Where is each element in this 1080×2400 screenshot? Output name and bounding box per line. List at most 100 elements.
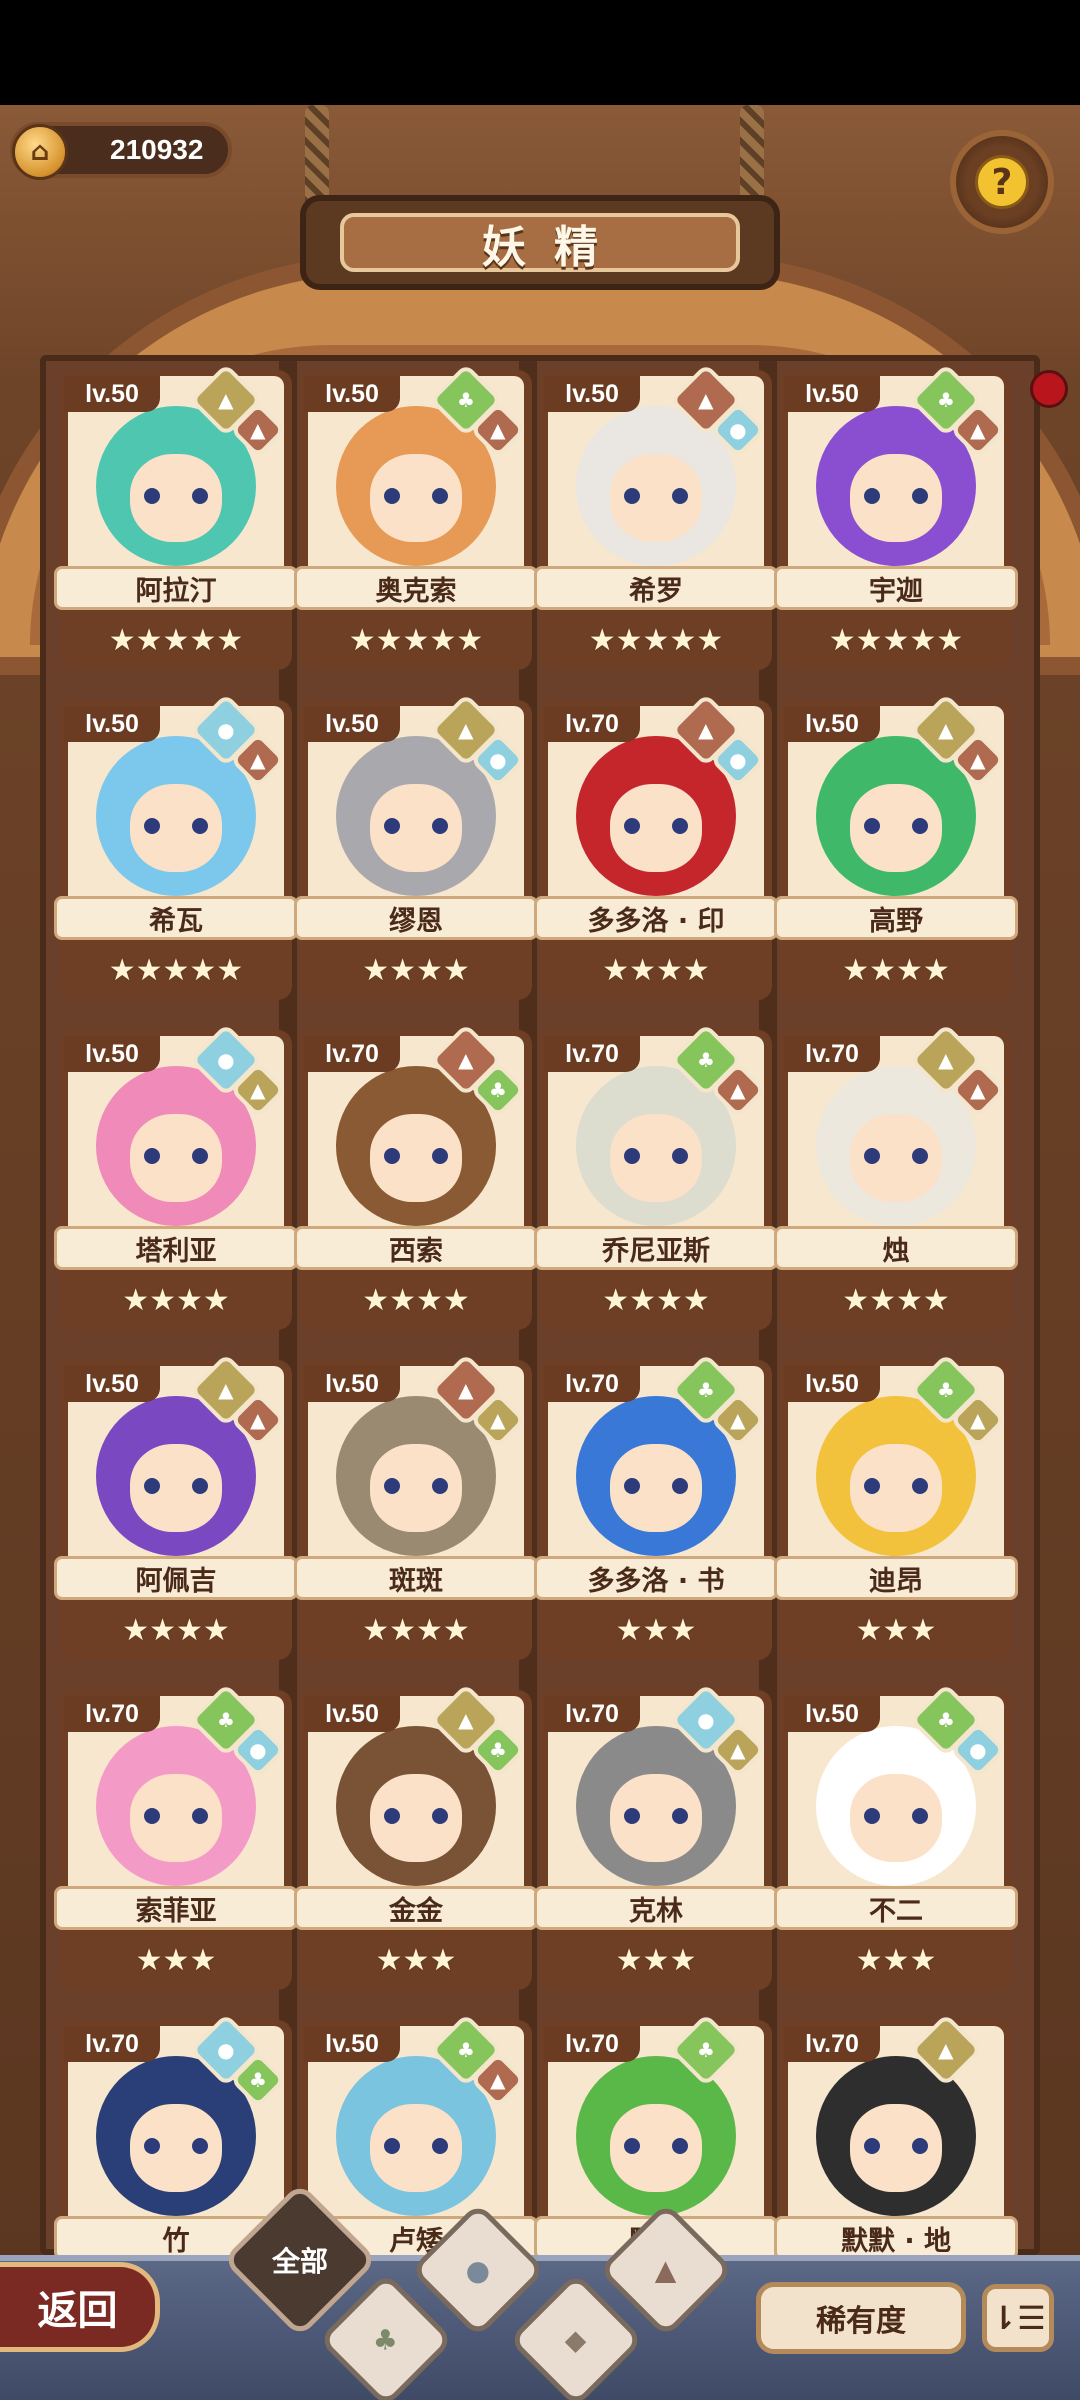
star-rating: ★★★★★ — [300, 620, 532, 662]
fairy-name: 希瓦 — [54, 896, 298, 940]
help-button[interactable]: ? — [950, 130, 1054, 234]
currency-amount: 210932 — [110, 134, 204, 165]
fairy-eyes — [624, 488, 688, 504]
fairy-eyes — [144, 2138, 208, 2154]
fairy-eyes — [144, 488, 208, 504]
back-button[interactable]: 返回 — [0, 2262, 160, 2352]
rarity-sort-button[interactable]: 稀有度 — [756, 2282, 966, 2354]
fairy-eyes — [624, 1478, 688, 1494]
star-rating: ★★★★ — [300, 1280, 532, 1322]
hill-icon: ◆ — [565, 2323, 587, 2357]
star-rating: ★★★ — [540, 1940, 772, 1982]
fairy-name: 阿拉汀 — [54, 566, 298, 610]
level-badge: lv.70 — [544, 1366, 640, 1402]
fairy-name: 塔利亚 — [54, 1226, 298, 1270]
fairy-card[interactable]: lv.70 ♣ ● 索菲亚 ★★★ — [54, 1683, 298, 1990]
fairy-name: 金金 — [294, 1886, 538, 1930]
fairy-card[interactable]: lv.50 ♣ ▲ 奥克索 ★★★★★ — [294, 363, 538, 670]
star-rating: ★★★★ — [60, 1610, 292, 1652]
star-rating: ★★★★ — [540, 1280, 772, 1322]
star-rating: ★★★★★ — [540, 620, 772, 662]
fairy-name: 缪恩 — [294, 896, 538, 940]
fairy-name: 烛 — [774, 1226, 1018, 1270]
star-rating: ★★★ — [300, 1940, 532, 1982]
sort-order-button[interactable]: ⇂☰ — [982, 2284, 1054, 2352]
fairy-card[interactable]: lv.50 ▲ ▲ 斑斑 ★★★★ — [294, 1353, 538, 1660]
fairy-eyes — [384, 1148, 448, 1164]
fairy-card[interactable]: lv.50 ♣ ▲ 迪昂 ★★★ — [774, 1353, 1018, 1660]
level-badge: lv.50 — [64, 706, 160, 742]
fairy-card[interactable]: lv.50 ● ▲ 希瓦 ★★★★★ — [54, 693, 298, 1000]
star-icons: ★★★ — [135, 1943, 217, 1978]
star-icons: ★★★ — [615, 1943, 697, 1978]
star-rating: ★★★★★ — [780, 620, 1012, 662]
star-icons: ★★★★ — [842, 953, 950, 988]
level-badge: lv.70 — [544, 1696, 640, 1732]
star-rating: ★★★★★ — [60, 950, 292, 992]
level-badge: lv.50 — [64, 1036, 160, 1072]
fairy-eyes — [624, 1148, 688, 1164]
level-badge: lv.50 — [304, 376, 400, 412]
star-rating: ★★★ — [540, 1610, 772, 1652]
fairy-name: 索菲亚 — [54, 1886, 298, 1930]
fairy-card[interactable]: lv.70 ▲ ● 多多洛 · 印 ★★★★ — [534, 693, 778, 1000]
fairy-name: 西索 — [294, 1226, 538, 1270]
fairy-card[interactable]: lv.70 ● ▲ 克林 ★★★ — [534, 1683, 778, 1990]
fairy-card[interactable]: lv.50 ▲ ▲ 高野 ★★★★ — [774, 693, 1018, 1000]
star-rating: ★★★★ — [300, 1610, 532, 1652]
fairy-card[interactable]: lv.50 ♣ ▲ 宇迦 ★★★★★ — [774, 363, 1018, 670]
fairy-eyes — [144, 1478, 208, 1494]
level-badge: lv.70 — [64, 1696, 160, 1732]
level-badge: lv.70 — [544, 706, 640, 742]
fairy-card[interactable]: lv.50 ▲ ♣ 金金 ★★★ — [294, 1683, 538, 1990]
page-title: 妖精 — [482, 221, 626, 273]
fairy-eyes — [144, 1148, 208, 1164]
star-icons: ★★★★ — [842, 1283, 950, 1318]
fairy-card[interactable]: lv.70 ♣ ▲ 乔尼亚斯 ★★★★ — [534, 1023, 778, 1330]
fairy-card[interactable]: lv.70 ▲ ♣ 西索 ★★★★ — [294, 1023, 538, 1330]
level-badge: lv.50 — [304, 2026, 400, 2062]
currency-pill: ⌂ 210932 — [10, 122, 232, 180]
fairy-card[interactable]: lv.50 ♣ ● 不二 ★★★ — [774, 1683, 1018, 1990]
fairy-eyes — [384, 1808, 448, 1824]
fairy-card[interactable]: lv.70 ♣ ▲ 多多洛 · 书 ★★★ — [534, 1353, 778, 1660]
star-icons: ★★★★★ — [588, 623, 724, 658]
star-icons: ★★★★ — [602, 953, 710, 988]
fairy-card[interactable]: lv.50 ▲ ▲ 阿拉汀 ★★★★★ — [54, 363, 298, 670]
fairy-card[interactable]: lv.50 ● ▲ 塔利亚 ★★★★ — [54, 1023, 298, 1330]
level-badge: lv.50 — [784, 1696, 880, 1732]
fairy-card[interactable]: lv.70 ▲ ▲ 烛 ★★★★ — [774, 1023, 1018, 1330]
level-badge: lv.50 — [544, 376, 640, 412]
fairy-name: 斑斑 — [294, 1556, 538, 1600]
level-badge: lv.50 — [304, 1696, 400, 1732]
fairy-eyes — [384, 488, 448, 504]
level-badge: lv.70 — [784, 1036, 880, 1072]
star-rating: ★★★ — [60, 1940, 292, 1982]
scroll-indicator[interactable] — [1030, 370, 1068, 408]
status-bar — [0, 0, 1080, 105]
fairy-name: 希罗 — [534, 566, 778, 610]
star-icons: ★★★★ — [122, 1283, 230, 1318]
level-badge: lv.70 — [304, 1036, 400, 1072]
sort-icon: ⇂☰ — [990, 2299, 1046, 2337]
back-button-label: 返回 — [37, 2288, 118, 2334]
fairy-card[interactable]: lv.50 ▲ ● 希罗 ★★★★★ — [534, 363, 778, 670]
star-rating: ★★★ — [780, 1610, 1012, 1652]
fairy-eyes — [864, 1148, 928, 1164]
level-badge: lv.50 — [784, 1366, 880, 1402]
star-icons: ★★★★ — [362, 1283, 470, 1318]
fairy-name: 多多洛 · 书 — [534, 1556, 778, 1600]
fairy-eyes — [624, 2138, 688, 2154]
level-badge: lv.70 — [544, 1036, 640, 1072]
star-icons: ★★★ — [855, 1613, 937, 1648]
level-badge: lv.50 — [304, 706, 400, 742]
fairy-name: 奥克索 — [294, 566, 538, 610]
star-icons: ★★★★★ — [108, 953, 244, 988]
star-icons: ★★★ — [375, 1943, 457, 1978]
star-icons: ★★★ — [855, 1943, 937, 1978]
fairy-card[interactable]: lv.50 ▲ ▲ 阿佩吉 ★★★★ — [54, 1353, 298, 1660]
title-sign-inner: 妖精 — [340, 213, 740, 273]
fairy-card[interactable]: lv.50 ▲ ● 缪恩 ★★★★ — [294, 693, 538, 1000]
fairy-name: 阿佩吉 — [54, 1556, 298, 1600]
level-badge: lv.70 — [544, 2026, 640, 2062]
